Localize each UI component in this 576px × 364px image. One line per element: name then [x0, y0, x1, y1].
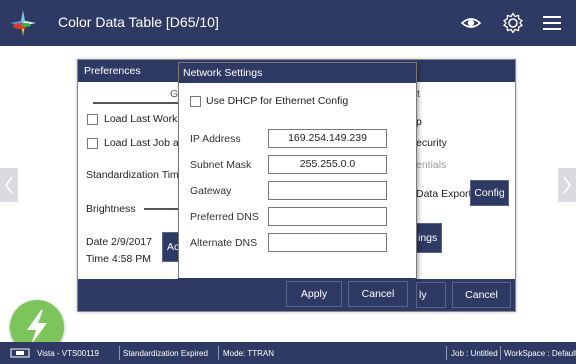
standardization-time-label: Standardization Tim — [86, 169, 179, 181]
date-value: Date 2/9/2017 — [86, 236, 152, 248]
status-bar: Vista - VTS00119 Standardization Expired… — [0, 342, 576, 364]
window-title: Color Data Table [D65/10] — [58, 14, 219, 30]
next-page-arrow[interactable] — [558, 168, 576, 202]
ip-address-label: IP Address — [190, 133, 241, 145]
dhcp-checkbox[interactable] — [190, 96, 201, 107]
preferences-cancel-button[interactable]: Cancel — [452, 282, 511, 308]
tab-other[interactable]: t — [417, 88, 420, 100]
subnet-mask-label: Subnet Mask — [190, 159, 252, 171]
preferred-dns-label: Preferred DNS — [190, 211, 259, 223]
eye-icon[interactable] — [460, 12, 482, 34]
device-icon — [10, 348, 30, 358]
network-settings-dialog: Network Settings Use DHCP for Ethernet C… — [178, 62, 417, 279]
status-standardization: Standardization Expired — [123, 349, 208, 358]
gateway-label: Gateway — [190, 185, 232, 197]
status-divider — [218, 346, 219, 360]
network-settings-footer: Apply Cancel — [178, 278, 415, 310]
tab-underline — [93, 102, 179, 104]
preferences-title: Preferences — [84, 65, 141, 77]
load-last-workspace-label: Load Last Works — [104, 113, 183, 125]
subnet-mask-field[interactable]: 255.255.0.0 — [268, 155, 387, 174]
security-label: ecurity — [416, 137, 447, 149]
brightness-slider[interactable] — [144, 208, 179, 210]
preferences-apply-button[interactable]: ly — [416, 282, 446, 308]
dhcp-label: Use DHCP for Ethernet Config — [206, 95, 349, 107]
network-apply-button[interactable]: Apply — [286, 281, 342, 307]
brightness-label: Brightness — [86, 203, 136, 215]
load-last-job-label: Load Last Job a — [104, 137, 179, 149]
status-divider — [119, 346, 120, 360]
menu-icon[interactable] — [541, 12, 563, 34]
status-divider — [500, 346, 501, 360]
chevron-left-icon — [5, 176, 13, 194]
gear-icon[interactable] — [502, 12, 524, 34]
app-logo-icon — [10, 10, 36, 36]
data-export-label: Data Export — [416, 188, 472, 200]
ip-address-field[interactable]: 169.254.149.239 — [268, 129, 387, 148]
status-mode: Mode: TTRAN — [223, 349, 274, 358]
settings-button[interactable]: ings — [416, 223, 442, 253]
alternate-dns-label: Alternate DNS — [190, 237, 258, 249]
network-cancel-button[interactable]: Cancel — [348, 281, 408, 307]
time-value: Time 4:58 PM — [86, 253, 151, 265]
network-settings-header: Network Settings — [179, 63, 416, 83]
config-button[interactable]: Config — [470, 180, 509, 206]
chevron-right-icon — [563, 176, 571, 194]
alternate-dns-field[interactable] — [268, 233, 387, 252]
previous-page-arrow[interactable] — [0, 168, 18, 202]
credentials-label: entials — [416, 159, 447, 171]
preferred-dns-field[interactable] — [268, 207, 387, 226]
load-last-workspace-checkbox[interactable] — [87, 114, 98, 125]
gateway-field[interactable] — [268, 181, 387, 200]
status-device: Vista - VTS00119 — [37, 349, 99, 358]
status-workspace: WorkSpace : Default — [504, 349, 576, 358]
network-settings-title: Network Settings — [183, 67, 263, 79]
load-last-job-checkbox[interactable] — [87, 138, 98, 149]
status-divider — [446, 346, 447, 360]
title-bar: Color Data Table [D65/10] — [0, 0, 576, 46]
status-job: Job : Untitled — [451, 349, 498, 358]
